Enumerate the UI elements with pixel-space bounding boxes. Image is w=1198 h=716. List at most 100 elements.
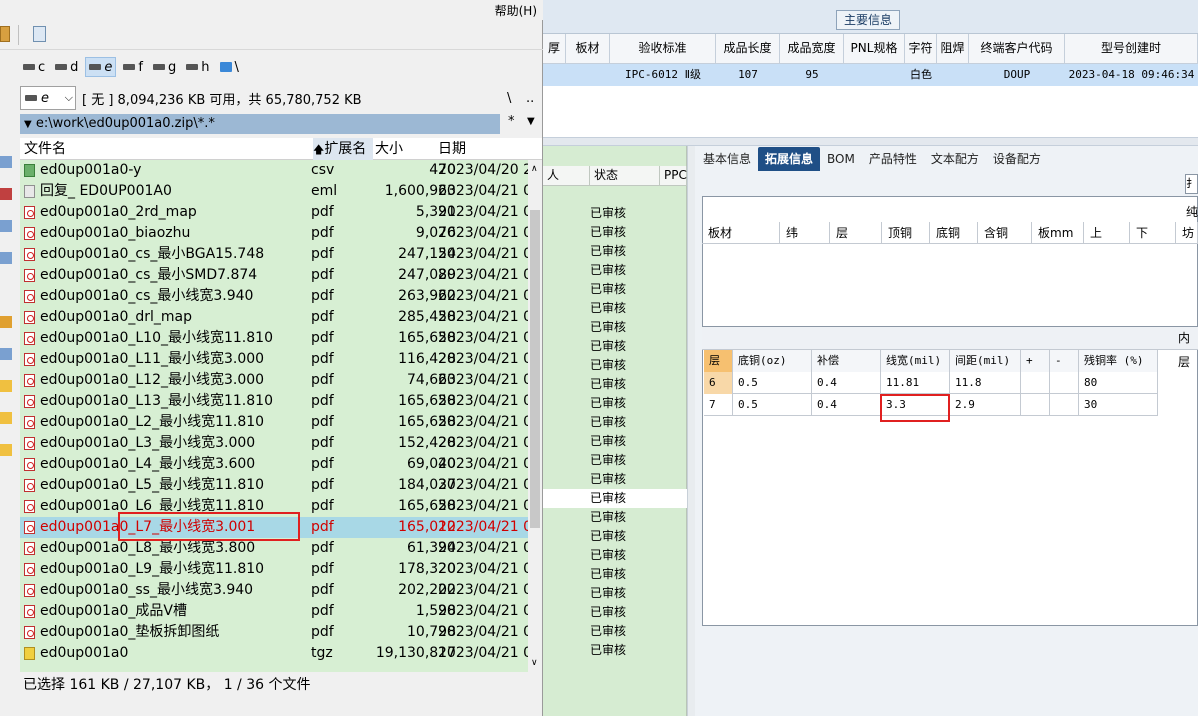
product-col-header[interactable]: 成品长度 (716, 34, 780, 64)
drive-button-f[interactable]: f (120, 57, 146, 77)
order-status-cell[interactable]: 已审核 (590, 584, 687, 603)
inner-layer-col-header[interactable]: 间距(mil) (950, 350, 1021, 372)
order-status-cell[interactable]: 已审核 (590, 356, 687, 375)
inner-layer-row[interactable]: 6 0.5 0.4 11.81 11.8 80 (704, 372, 1158, 394)
order-status-cell[interactable]: 已审核 (590, 261, 687, 280)
inner-layer-cell[interactable]: 2.9 (950, 394, 1021, 416)
inner-layer-cell[interactable]: 0.5 (733, 394, 812, 416)
panel-splitter[interactable] (543, 138, 1198, 146)
order-status-cell[interactable]: 已审核 (543, 489, 687, 508)
inner-layer-cell[interactable]: 0.4 (812, 394, 881, 416)
file-row[interactable]: ed0up001a0_2rd_map pdf 5,391 2023/04/21 0 (20, 202, 528, 223)
file-row[interactable]: ed0up001a0_biaozhu pdf 9,076 2023/04/21 0 (20, 223, 528, 244)
drive-button-e[interactable]: e (85, 57, 117, 77)
order-status-cell[interactable]: 已审核 (590, 565, 687, 584)
order-status-cell[interactable]: 已审核 (590, 413, 687, 432)
current-path-bar[interactable]: ▼ e:\work\ed0up001a0.zip\*.* (20, 114, 500, 134)
side-settings-icon[interactable] (0, 348, 12, 360)
product-col-header[interactable]: 验收标准 (610, 34, 716, 64)
product-col-header[interactable]: 成品宽度 (780, 34, 844, 64)
tab-3[interactable]: 产品特性 (862, 147, 924, 171)
side-search-icon[interactable] (0, 188, 12, 200)
product-grid-row[interactable]: IPC-6012 Ⅱ级 107 95 白色 DOUP 2023-04-18 09:46:3… (543, 64, 1198, 86)
laminate-col-header[interactable]: 板材 (702, 222, 780, 244)
order-list-scrollbar[interactable] (687, 146, 695, 716)
laminate-col-header[interactable]: 层 (830, 222, 882, 244)
laminate-col-header[interactable]: 板mm (1032, 222, 1084, 244)
file-row[interactable]: ed0up001a0_垫板拆卸图纸 pdf 10,798 2023/04/21 0 (20, 622, 528, 643)
file-row[interactable]: ed0up001a0_cs_最小BGA15.748 pdf 247,154 2023/… (20, 244, 528, 265)
inner-layer-cell[interactable]: 11.8 (950, 372, 1021, 394)
file-row[interactable]: ed0up001a0_L10_最小线宽11.810 pdf 165,658 2023/… (20, 328, 528, 349)
laminate-col-header[interactable]: 顶铜 (882, 222, 930, 244)
file-row[interactable]: ed0up001a0_L2_最小线宽11.810 pdf 165,658 2023/0… (20, 412, 528, 433)
col-date[interactable]: 日期 (438, 138, 466, 160)
file-row[interactable]: ed0up001a0_L12_最小线宽3.000 pdf 74,663 2023/04… (20, 370, 528, 391)
product-col-header[interactable]: 阻焊 (937, 34, 969, 64)
laminate-col-header[interactable]: 下 (1130, 222, 1176, 244)
file-row[interactable]: ed0up001a0_cs_最小线宽3.940 pdf 263,962 2023/04… (20, 286, 528, 307)
col-name[interactable]: 文件名 (24, 138, 66, 160)
inner-layer-cell[interactable]: 6 (704, 372, 733, 394)
file-row[interactable]: 回复_ ED0UP001A0 eml 1,600,963 2023/04/21 0 (20, 181, 528, 202)
drive-button-h[interactable]: h (183, 57, 212, 77)
drive-button-network[interactable]: \ (217, 57, 242, 77)
inner-layer-cell[interactable] (1050, 372, 1079, 394)
file-row[interactable]: ed0up001a0_L13_最小线宽11.810 pdf 165,658 2023/… (20, 391, 528, 412)
file-row[interactable]: ed0up001a0_L5_最小线宽11.810 pdf 184,037 2023/0… (20, 475, 528, 496)
side-folder-icon[interactable] (0, 380, 12, 392)
product-col-header[interactable]: 字符 (905, 34, 937, 64)
order-status-cell[interactable]: 已审核 (590, 451, 687, 470)
scroll-up-icon[interactable]: ∧ (531, 164, 538, 174)
inner-layer-cell[interactable] (1021, 372, 1050, 394)
order-status-cell[interactable]: 已审核 (590, 641, 687, 660)
file-row[interactable]: ed0up001a0_L8_最小线宽3.800 pdf 61,394 2023/04/… (20, 538, 528, 559)
col-size[interactable]: 大小 (375, 138, 403, 160)
laminate-col-header[interactable]: 上 (1084, 222, 1130, 244)
tab-0[interactable]: 基本信息 (696, 147, 758, 171)
order-status-cell[interactable]: 已审核 (590, 337, 687, 356)
order-status-cell[interactable]: 已审核 (590, 508, 687, 527)
inner-layer-cell[interactable] (1021, 394, 1050, 416)
product-col-header[interactable]: 厚 (543, 34, 566, 64)
file-row[interactable]: ed0up001a0_L4_最小线宽3.600 pdf 69,040 2023/04/… (20, 454, 528, 475)
product-col-header[interactable]: 型号创建时 (1065, 34, 1198, 64)
scrollbar-thumb[interactable] (530, 210, 540, 528)
side-copy-icon[interactable] (0, 220, 12, 232)
inner-layer-col-header[interactable]: 补偿 (812, 350, 881, 372)
tab-1[interactable]: 拓展信息 (758, 147, 821, 171)
tab-2[interactable]: BOM (820, 147, 862, 171)
order-col-header[interactable]: 人 (543, 166, 590, 186)
nav-up-button[interactable]: .. (526, 91, 534, 106)
order-status-cell[interactable]: 已审核 (590, 223, 687, 242)
product-col-header[interactable]: PNL规格 (844, 34, 905, 64)
order-status-cell[interactable]: 已审核 (590, 603, 687, 622)
file-row[interactable]: ed0up001a0-y csv 470 2023/04/20 2 (20, 160, 528, 181)
scroll-down-icon[interactable]: ∨ (531, 658, 538, 668)
inner-layer-col-header[interactable]: 底铜(oz) (733, 350, 812, 372)
inner-layer-col-header[interactable]: 层 (704, 350, 733, 372)
order-status-cell[interactable]: 已审核 (590, 470, 687, 489)
order-status-cell[interactable]: 已审核 (590, 318, 687, 337)
product-col-header[interactable]: 终端客户代码 (969, 34, 1065, 64)
order-status-cell[interactable]: 已审核 (590, 242, 687, 261)
drive-button-g[interactable]: g (150, 57, 179, 77)
history-dropdown-icon[interactable]: ▼ (527, 116, 535, 127)
drive-button-c[interactable]: c (20, 57, 48, 77)
order-status-cell[interactable]: 已审核 (590, 375, 687, 394)
file-row[interactable]: ed0up001a0_成品V槽 pdf 1,598 2023/04/21 0 (20, 601, 528, 622)
inner-layer-cell[interactable]: 0.5 (733, 372, 812, 394)
file-row[interactable]: ed0up001a0_drl_map pdf 285,458 2023/04/21 0 (20, 307, 528, 328)
file-row[interactable]: ed0up001a0_L3_最小线宽3.000 pdf 152,428 2023/04… (20, 433, 528, 454)
file-row[interactable]: ed0up001a0_L11_最小线宽3.000 pdf 116,428 2023/0… (20, 349, 528, 370)
order-status-cell[interactable]: 已审核 (590, 546, 687, 565)
inner-layer-cell[interactable]: 80 (1079, 372, 1158, 394)
path-filter-button[interactable]: * (508, 114, 515, 129)
side-archive-icon[interactable] (0, 316, 12, 328)
side-folder-icon[interactable] (0, 444, 12, 456)
nav-root-button[interactable]: \ (507, 91, 511, 106)
inner-layer-col-header[interactable]: 线宽(mil) (881, 350, 950, 372)
product-col-header[interactable]: 板材 (566, 34, 610, 64)
inner-layer-col-header[interactable]: - (1050, 350, 1079, 372)
order-status-cell[interactable]: 已审核 (590, 280, 687, 299)
